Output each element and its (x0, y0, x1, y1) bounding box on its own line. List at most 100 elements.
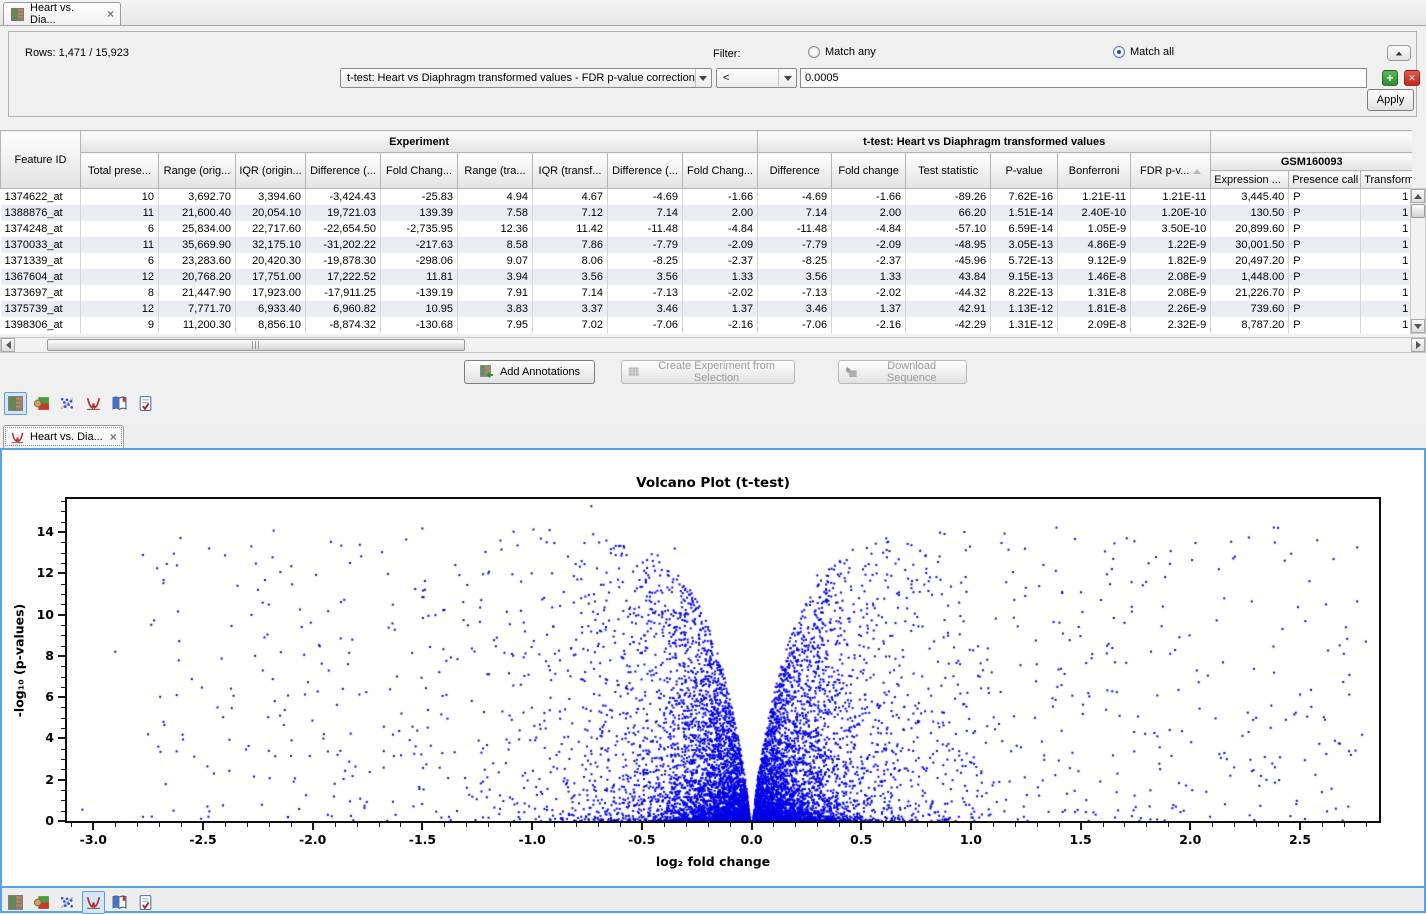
table-cell: -8,874.32 (306, 317, 381, 333)
element-info-icon[interactable] (134, 891, 157, 914)
column-header[interactable]: Range (orig... (159, 153, 236, 189)
history-book-icon[interactable] (108, 891, 131, 914)
chevron-down-icon (778, 69, 796, 87)
table-cell: P (1289, 205, 1361, 221)
column-header[interactable]: Fold Chang... (381, 153, 458, 189)
scatter-plot-icon[interactable] (56, 392, 79, 415)
table-cell: 6 (81, 221, 159, 237)
table-icon (10, 7, 25, 22)
add-filter-button[interactable]: + (1382, 70, 1398, 86)
y-minor-tick (61, 635, 65, 636)
column-header[interactable]: Bonferroni (1058, 153, 1131, 189)
table-row[interactable]: 1375739_at127,771.706,933.406,960.8210.9… (1, 301, 1413, 317)
table-cell: -217.63 (381, 237, 458, 253)
table-cell: 9 (81, 317, 159, 333)
table-cell: 7.91 (458, 285, 533, 301)
radio-icon (1113, 46, 1125, 58)
column-header[interactable]: Difference (... (608, 153, 683, 189)
x-minor-tick (554, 823, 555, 827)
filter-criterion-dropdown[interactable]: t-test: Heart vs Diaphragm transformed v… (340, 68, 712, 88)
filter-operator-dropdown[interactable]: < (716, 68, 797, 88)
x-minor-tick (1015, 823, 1016, 827)
scroll-down-button[interactable] (1411, 319, 1425, 333)
table-cell: 2.32E-9 (1131, 317, 1211, 333)
table-row[interactable]: 1374248_at625,834.0022,717.60-22,654.50-… (1, 221, 1413, 237)
table-cell: 2.26E-9 (1131, 301, 1211, 317)
table-cell: P (1289, 253, 1361, 269)
column-header[interactable]: Transform... (1361, 171, 1412, 189)
scroll-right-button[interactable] (1411, 338, 1425, 352)
table-row[interactable]: 1367604_at1220,768.2017,751.0017,222.521… (1, 269, 1413, 285)
column-header[interactable]: Difference (758, 153, 832, 189)
scroll-up-button[interactable] (1411, 189, 1425, 203)
history-book-icon[interactable] (108, 392, 131, 415)
volcano-plot-icon[interactable] (82, 392, 105, 415)
tab-volcano-plot[interactable]: Heart vs. Dia... × (3, 425, 124, 448)
table-row[interactable]: 1398306_at911,200.308,856.10-8,874.32-13… (1, 317, 1413, 333)
x-tick-label: 1.0 (949, 832, 993, 847)
table-cell: 21,226.70 (1211, 285, 1289, 301)
table-cell: -2.02 (832, 285, 906, 301)
scroll-left-button[interactable] (1, 338, 15, 352)
volcano-plot-icon[interactable] (82, 891, 105, 914)
column-header[interactable]: Total prese... (81, 153, 159, 189)
table-row[interactable]: 1373697_at821,447.9017,923.00-17,911.25-… (1, 285, 1413, 301)
table-horizontal-scrollbar[interactable] (0, 337, 1426, 353)
column-header[interactable]: Fold change (832, 153, 906, 189)
match-any-radio[interactable]: Match any (808, 46, 876, 58)
filter-value-input[interactable] (800, 68, 1367, 88)
x-minor-tick (993, 823, 994, 827)
x-minor-tick (444, 823, 445, 827)
y-minor-tick (61, 707, 65, 708)
column-header-feature-id[interactable]: Feature ID (1, 131, 81, 189)
column-header[interactable]: Range (tra... (458, 153, 533, 189)
table-cell: 7.14 (533, 285, 608, 301)
column-header[interactable]: Expression ... (1211, 171, 1289, 189)
volcano-scatter-canvas[interactable] (67, 499, 1379, 821)
table-cell: 35,669.90 (159, 237, 236, 253)
column-header[interactable]: P-value (991, 153, 1058, 189)
column-header[interactable]: Fold Chang... (683, 153, 758, 189)
table-view-icon[interactable] (4, 392, 27, 415)
element-info-icon[interactable] (134, 392, 157, 415)
remove-filter-button[interactable]: ✕ (1404, 70, 1420, 86)
tab-close-icon[interactable]: × (108, 430, 117, 444)
column-header[interactable]: Presence call (1289, 171, 1361, 189)
add-annotations-button[interactable]: Add Annotations (464, 360, 595, 384)
x-minor-tick (1037, 823, 1038, 827)
table-cell: 9.12E-9 (1058, 253, 1131, 269)
table-cell: -2.16 (683, 317, 758, 333)
table-cell: -45.96 (906, 253, 991, 269)
collapse-filter-button[interactable] (1387, 45, 1411, 61)
table-row[interactable]: 1388876_at1121,600.4020,054.1019,721.031… (1, 205, 1413, 221)
column-header[interactable]: FDR p-v... (1131, 153, 1211, 189)
x-minor-tick (664, 823, 665, 827)
x-tick-label: -3.0 (71, 832, 115, 847)
vertical-scroll-thumb[interactable] (1411, 204, 1425, 218)
scatter-plot-icon[interactable] (56, 891, 79, 914)
table-row[interactable]: 1370033_at1135,669.9032,175.10-31,202.22… (1, 237, 1413, 253)
column-header[interactable]: Test statistic (906, 153, 991, 189)
apply-filter-button[interactable]: Apply (1367, 89, 1414, 111)
column-header[interactable]: Difference (... (306, 153, 381, 189)
table-cell: 1 (1361, 301, 1412, 317)
table-vertical-scrollbar[interactable] (1410, 188, 1426, 334)
match-all-radio[interactable]: Match all (1113, 46, 1174, 58)
column-header[interactable]: IQR (origin... (236, 153, 306, 189)
column-header[interactable]: IQR (transf... (533, 153, 608, 189)
horizontal-scroll-thumb[interactable] (47, 339, 465, 351)
table-cell: 6 (81, 253, 159, 269)
x-minor-tick (795, 823, 796, 827)
tab-table-view[interactable]: Heart vs. Dia... × (3, 2, 121, 25)
x-major-tick (1299, 823, 1301, 830)
tab-close-icon[interactable]: × (105, 7, 114, 21)
table-cell: 3.05E-13 (991, 237, 1058, 253)
table-cell: P (1289, 237, 1361, 253)
experiment-icon[interactable] (30, 891, 53, 914)
table-row[interactable]: 1374622_at103,692.703,394.60-3,424.43-25… (1, 189, 1413, 205)
table-row[interactable]: 1371339_at623,283.6020,420.30-19,878.30-… (1, 253, 1413, 269)
table-cell: 1.20E-10 (1131, 205, 1211, 221)
table-view-icon[interactable] (4, 891, 27, 914)
x-minor-tick (905, 823, 906, 827)
experiment-icon[interactable] (30, 392, 53, 415)
